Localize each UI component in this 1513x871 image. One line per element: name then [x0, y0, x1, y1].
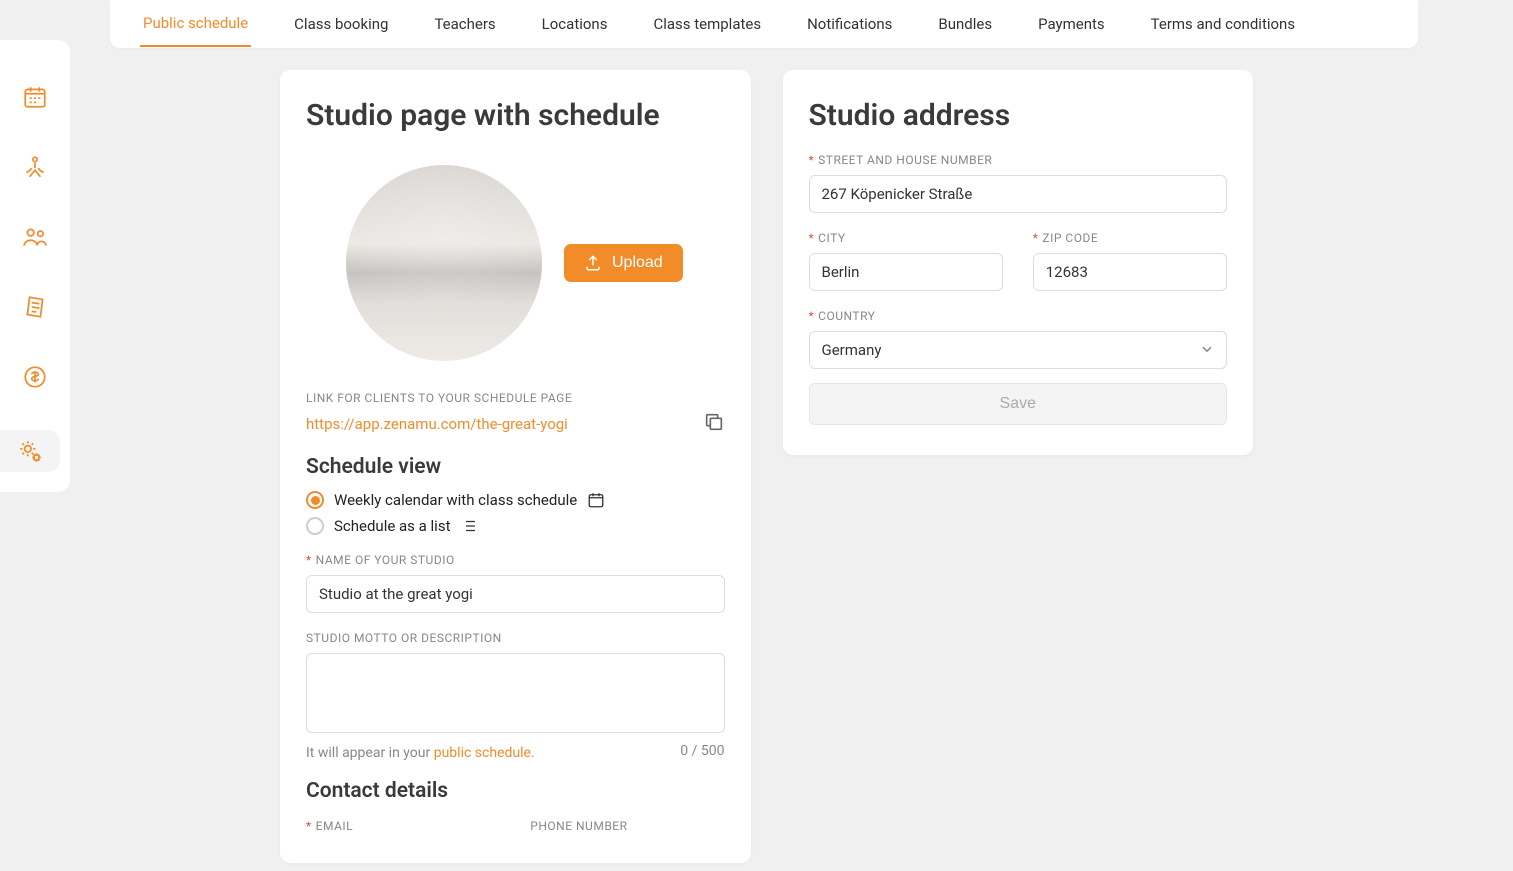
radio-list[interactable]: Schedule as a list — [306, 517, 725, 535]
street-input[interactable] — [809, 175, 1228, 213]
phone-label: PHONE NUMBER — [530, 819, 724, 833]
sidebar-yoga-icon[interactable] — [18, 150, 52, 184]
upload-label: Upload — [612, 254, 663, 272]
studio-name-label: *NAME OF YOUR STUDIO — [306, 553, 725, 567]
sidebar-settings-icon[interactable] — [0, 430, 60, 472]
contact-details-heading: Contact details — [306, 779, 725, 803]
country-label: *COUNTRY — [809, 309, 1228, 323]
studio-page-title: Studio page with schedule — [306, 98, 725, 133]
email-label: *EMAIL — [306, 819, 500, 833]
radio-weekly-calendar[interactable]: Weekly calendar with class schedule — [306, 491, 725, 509]
tab-teachers[interactable]: Teachers — [431, 2, 498, 46]
studio-address-card: Studio address *STREET AND HOUSE NUMBER … — [783, 70, 1254, 455]
upload-button[interactable]: Upload — [564, 244, 683, 282]
studio-avatar — [346, 165, 542, 361]
calendar-icon — [587, 491, 605, 509]
street-label: *STREET AND HOUSE NUMBER — [809, 153, 1228, 167]
radio-list-label: Schedule as a list — [334, 517, 450, 535]
schedule-link-label: LINK FOR CLIENTS TO YOUR SCHEDULE PAGE — [306, 391, 725, 405]
sidebar — [0, 40, 70, 492]
main-content: Studio page with schedule Upload LINK FO… — [280, 70, 1253, 863]
schedule-link[interactable]: https://app.zenamu.com/the-great-yogi — [306, 415, 568, 433]
tab-payments[interactable]: Payments — [1035, 2, 1108, 46]
sidebar-money-icon[interactable] — [18, 360, 52, 394]
motto-textarea[interactable] — [306, 653, 725, 733]
studio-address-title: Studio address — [809, 98, 1228, 133]
sidebar-calendar-icon[interactable] — [18, 80, 52, 114]
tab-class-templates[interactable]: Class templates — [650, 2, 764, 46]
zip-input[interactable] — [1033, 253, 1227, 291]
settings-tabs: Public schedule Class booking Teachers L… — [110, 0, 1418, 48]
city-label: *CITY — [809, 231, 1003, 245]
tab-locations[interactable]: Locations — [539, 2, 611, 46]
schedule-view-heading: Schedule view — [306, 455, 725, 479]
copy-link-icon[interactable] — [703, 411, 725, 437]
upload-icon — [584, 254, 602, 272]
tab-bundles[interactable]: Bundles — [935, 2, 995, 46]
tab-notifications[interactable]: Notifications — [804, 2, 895, 46]
studio-name-input[interactable] — [306, 575, 725, 613]
city-input[interactable] — [809, 253, 1003, 291]
country-select[interactable] — [809, 331, 1228, 369]
studio-page-card: Studio page with schedule Upload LINK FO… — [280, 70, 751, 863]
tab-terms[interactable]: Terms and conditions — [1148, 2, 1298, 46]
public-schedule-link[interactable]: public schedule. — [434, 745, 535, 761]
zip-label: *ZIP CODE — [1033, 231, 1227, 245]
sidebar-people-icon[interactable] — [18, 220, 52, 254]
radio-icon — [306, 491, 324, 509]
tab-class-booking[interactable]: Class booking — [291, 2, 391, 46]
radio-weekly-label: Weekly calendar with class schedule — [334, 491, 577, 509]
sidebar-invoice-icon[interactable] — [18, 290, 52, 324]
tab-public-schedule[interactable]: Public schedule — [140, 1, 251, 47]
motto-label: STUDIO MOTTO OR DESCRIPTION — [306, 631, 725, 645]
motto-helper: It will appear in your public schedule. — [306, 745, 725, 761]
list-icon — [460, 517, 478, 535]
radio-icon — [306, 517, 324, 535]
save-address-button[interactable]: Save — [809, 383, 1228, 425]
